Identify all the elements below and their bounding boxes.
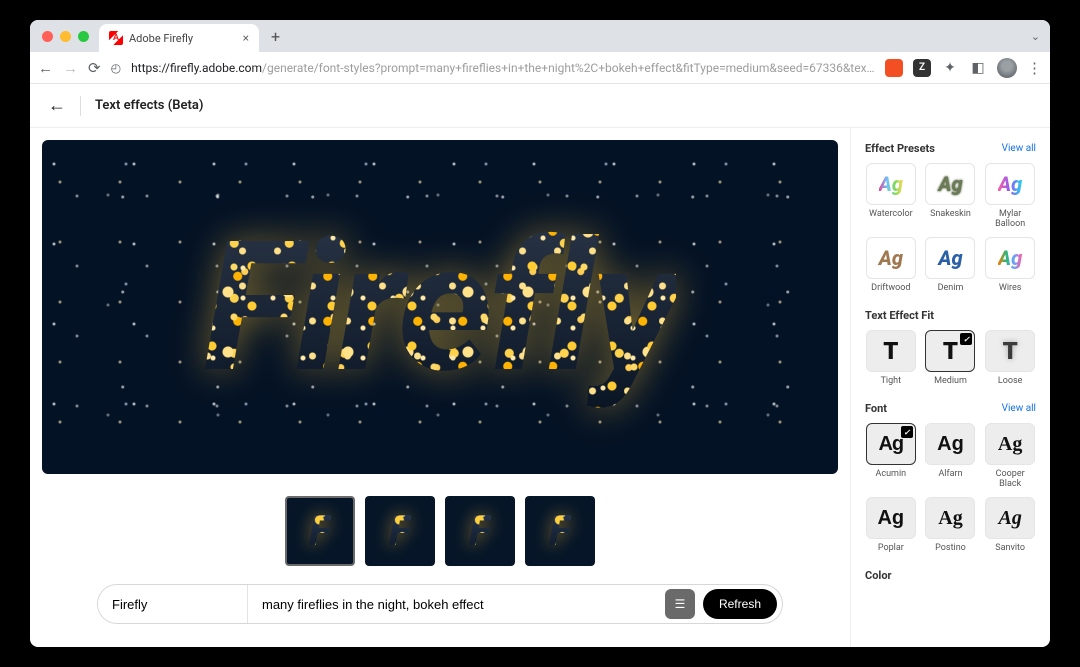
extension-icon[interactable]: Z <box>913 59 931 77</box>
font-alfarn[interactable]: Ag <box>925 423 975 465</box>
extension-icon[interactable] <box>885 59 903 77</box>
variation-thumb[interactable]: F <box>525 496 595 566</box>
close-window-icon[interactable] <box>42 31 53 42</box>
preset-denim[interactable]: Ag <box>925 237 975 279</box>
fit-medium[interactable]: T✓ <box>925 330 975 372</box>
result-canvas[interactable]: Firefly <box>42 140 838 474</box>
tab-strip: Adobe Firefly × + ⌄ <box>30 20 1050 52</box>
browser-window: Adobe Firefly × + ⌄ ← → ⟳ ◴ https://fire… <box>30 20 1050 647</box>
text-input[interactable] <box>98 585 248 623</box>
new-tab-button[interactable]: + <box>265 27 286 46</box>
adobe-favicon-icon <box>109 31 123 45</box>
extensions-menu-icon[interactable]: ✦ <box>941 59 959 77</box>
preset-mylar-balloon[interactable]: Ag <box>985 163 1035 205</box>
view-all-link[interactable]: View all <box>1002 143 1036 154</box>
tab-close-icon[interactable]: × <box>243 31 249 45</box>
font-sanvito[interactable]: Ag <box>985 497 1035 539</box>
generated-text: Firefly <box>204 202 676 413</box>
font-section: Font View all Ag✓Acumin AgAlfarn AgCoope… <box>865 402 1036 553</box>
divider <box>80 96 81 116</box>
preset-snakeskin[interactable]: Ag <box>925 163 975 205</box>
address-field[interactable]: https://firefly.adobe.com/generate/font-… <box>131 61 875 75</box>
refresh-button[interactable]: Refresh <box>703 589 777 619</box>
kebab-menu-icon[interactable]: ⋮ <box>1027 59 1042 77</box>
page-title: Text effects (Beta) <box>95 98 203 113</box>
fit-tight[interactable]: T <box>866 330 916 372</box>
profile-avatar[interactable] <box>997 58 1017 78</box>
preset-wires[interactable]: Ag <box>985 237 1035 279</box>
back-button[interactable]: ← <box>48 95 66 116</box>
prompt-bar: ☰ Refresh <box>97 584 783 624</box>
section-label: Text Effect Fit <box>865 309 934 322</box>
maximize-window-icon[interactable] <box>78 31 89 42</box>
text-effect-fit-section: Text Effect Fit TTight T✓Medium TLoose <box>865 309 1036 386</box>
minimize-window-icon[interactable] <box>60 31 71 42</box>
section-label: Color <box>865 569 892 582</box>
url-bar: ← → ⟳ ◴ https://firefly.adobe.com/genera… <box>30 52 1050 84</box>
font-acumin[interactable]: Ag✓ <box>866 423 916 465</box>
tabs-overflow-icon[interactable]: ⌄ <box>1031 30 1040 43</box>
section-label: Effect Presets <box>865 142 935 155</box>
color-section: Color <box>865 569 1036 582</box>
preset-driftwood[interactable]: Ag <box>866 237 916 279</box>
page-header: ← Text effects (Beta) <box>30 84 1050 128</box>
variation-thumb[interactable]: F <box>365 496 435 566</box>
nav-back-icon[interactable]: ← <box>38 59 53 77</box>
font-poplar[interactable]: Ag <box>866 497 916 539</box>
check-icon: ✓ <box>901 426 913 438</box>
sliders-icon: ☰ <box>675 597 686 611</box>
variation-thumb[interactable]: F <box>445 496 515 566</box>
site-info-icon[interactable]: ◴ <box>111 61 121 75</box>
view-all-link[interactable]: View all <box>1002 403 1036 414</box>
check-icon: ✓ <box>960 333 972 345</box>
main-panel: Firefly F F F F ☰ Refresh <box>30 128 850 647</box>
variation-thumbnails: F F F F <box>42 496 838 566</box>
fit-loose[interactable]: T <box>985 330 1035 372</box>
side-panel-icon[interactable]: ◧ <box>969 59 987 77</box>
preset-watercolor[interactable]: Ag <box>866 163 916 205</box>
reload-icon[interactable]: ⟳ <box>88 59 101 77</box>
right-sidebar: Effect Presets View all AgWatercolor AgS… <box>850 128 1050 647</box>
prompt-settings-button[interactable]: ☰ <box>665 589 695 619</box>
tab-title: Adobe Firefly <box>129 32 193 45</box>
font-cooper-black[interactable]: Ag <box>985 423 1035 465</box>
window-controls <box>42 31 89 42</box>
effect-presets-section: Effect Presets View all AgWatercolor AgS… <box>865 142 1036 293</box>
font-postino[interactable]: Ag <box>925 497 975 539</box>
nav-forward-icon[interactable]: → <box>63 59 78 77</box>
browser-tab[interactable]: Adobe Firefly × <box>99 24 259 52</box>
prompt-input[interactable] <box>248 585 665 623</box>
section-label: Font <box>865 402 887 415</box>
variation-thumb[interactable]: F <box>285 496 355 566</box>
